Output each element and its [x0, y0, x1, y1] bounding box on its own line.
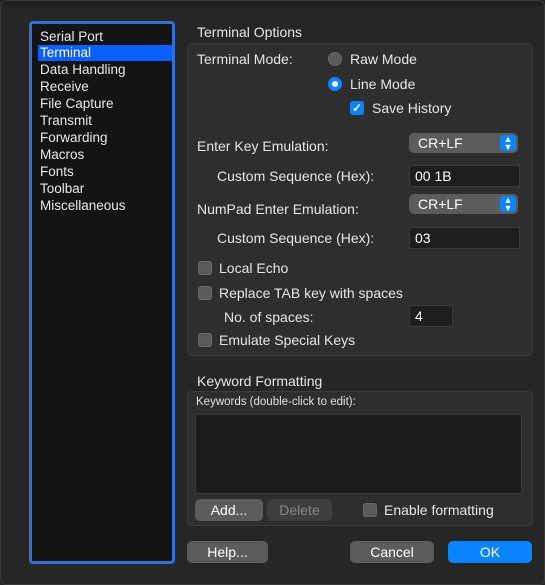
replace-tab-checkbox[interactable] [198, 286, 212, 300]
ok-button[interactable]: OK [448, 541, 532, 563]
terminal-mode-label: Terminal Mode: [197, 51, 293, 67]
replace-tab-label[interactable]: Replace TAB key with spaces [219, 285, 403, 301]
sidebar-item-serial-port[interactable]: Serial Port [38, 29, 172, 45]
enter-key-emulation-value: CR+LF [418, 135, 463, 151]
keywords-list-label: Keywords (double-click to edit): [196, 396, 356, 408]
raw-mode-radio[interactable] [328, 52, 342, 66]
sidebar-item-forwarding[interactable]: Forwarding [38, 130, 172, 146]
line-mode-radio[interactable] [328, 77, 342, 91]
sidebar-item-macros[interactable]: Macros [38, 147, 172, 163]
terminal-options-title: Terminal Options [197, 24, 303, 40]
category-list[interactable]: Serial Port Terminal Data Handling Recei… [29, 21, 175, 564]
enable-formatting-label[interactable]: Enable formatting [384, 502, 494, 518]
emulate-special-keys-label[interactable]: Emulate Special Keys [219, 332, 355, 348]
help-button[interactable]: Help... [187, 541, 268, 563]
sidebar-item-receive[interactable]: Receive [38, 79, 172, 95]
popup-chevrons-icon: ▲ ▼ [500, 196, 516, 213]
delete-keyword-button[interactable]: Delete [267, 499, 332, 521]
enter-key-emulation-popup[interactable]: CR+LF ▲ ▼ [409, 133, 518, 153]
local-echo-label[interactable]: Local Echo [219, 260, 288, 276]
numpad-custom-sequence-field[interactable]: 03 [409, 227, 520, 249]
enter-custom-sequence-label: Custom Sequence (Hex): [217, 168, 375, 184]
number-of-spaces-field[interactable]: 4 [409, 305, 453, 327]
save-history-checkbox[interactable]: ✓ [350, 101, 364, 115]
save-history-label[interactable]: Save History [372, 100, 451, 116]
sidebar-item-data-handling[interactable]: Data Handling [38, 62, 172, 78]
add-keyword-button[interactable]: Add... [195, 499, 263, 521]
number-of-spaces-label: No. of spaces: [224, 309, 314, 325]
line-mode-label[interactable]: Line Mode [350, 76, 415, 92]
enter-key-emulation-label: Enter Key Emulation: [197, 138, 329, 154]
numpad-custom-sequence-label: Custom Sequence (Hex): [217, 230, 375, 246]
numpad-enter-emulation-value: CR+LF [418, 196, 463, 212]
sidebar-item-toolbar[interactable]: Toolbar [38, 181, 172, 197]
emulate-special-keys-checkbox[interactable] [198, 333, 212, 347]
raw-mode-label[interactable]: Raw Mode [350, 51, 417, 67]
enter-custom-sequence-field[interactable]: 00 1B [409, 165, 520, 187]
popup-chevrons-icon: ▲ ▼ [500, 135, 516, 152]
numpad-enter-emulation-label: NumPad Enter Emulation: [197, 201, 359, 217]
sidebar-item-file-capture[interactable]: File Capture [38, 96, 172, 112]
keywords-list[interactable] [195, 414, 522, 494]
sidebar-item-terminal[interactable]: Terminal [38, 45, 172, 61]
keyword-formatting-title: Keyword Formatting [197, 373, 323, 389]
sidebar-item-fonts[interactable]: Fonts [38, 164, 172, 180]
sidebar-item-transmit[interactable]: Transmit [38, 113, 172, 129]
enable-formatting-checkbox[interactable] [363, 503, 377, 517]
cancel-button[interactable]: Cancel [350, 541, 434, 563]
sidebar-item-miscellaneous[interactable]: Miscellaneous [38, 198, 172, 214]
numpad-enter-emulation-popup[interactable]: CR+LF ▲ ▼ [409, 194, 518, 214]
local-echo-checkbox[interactable] [198, 261, 212, 275]
